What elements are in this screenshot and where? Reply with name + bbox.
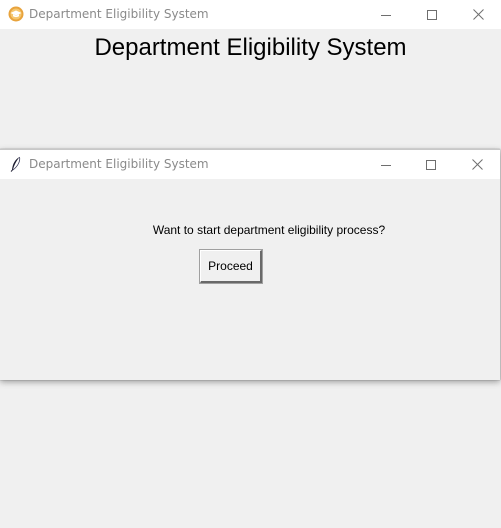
dialog-window-title: Department Eligibility System [29, 157, 209, 171]
maximize-icon [426, 159, 436, 170]
proceed-button[interactable]: Proceed [199, 249, 263, 284]
dialog-minimize-button[interactable] [363, 150, 409, 179]
main-minimize-button[interactable] [363, 0, 409, 29]
maximize-icon [427, 9, 437, 20]
graduation-cap-icon [8, 6, 24, 22]
dialog-prompt-text: Want to start department eligibility pro… [152, 223, 386, 237]
close-icon [471, 159, 483, 170]
main-maximize-button[interactable] [409, 0, 455, 29]
main-title-bar[interactable]: Department Eligibility System [0, 0, 501, 29]
main-close-button[interactable] [455, 0, 501, 29]
feather-icon [8, 156, 24, 172]
close-icon [472, 9, 484, 20]
minimize-icon [381, 10, 391, 20]
dialog-window: Department Eligibility System Want to st… [0, 149, 500, 380]
main-window-title: Department Eligibility System [29, 7, 209, 21]
main-heading: Department Eligibility System [94, 34, 407, 61]
dialog-title-bar[interactable]: Department Eligibility System [0, 150, 500, 179]
minimize-icon [381, 160, 391, 170]
dialog-close-button[interactable] [454, 150, 500, 179]
dialog-maximize-button[interactable] [408, 150, 454, 179]
